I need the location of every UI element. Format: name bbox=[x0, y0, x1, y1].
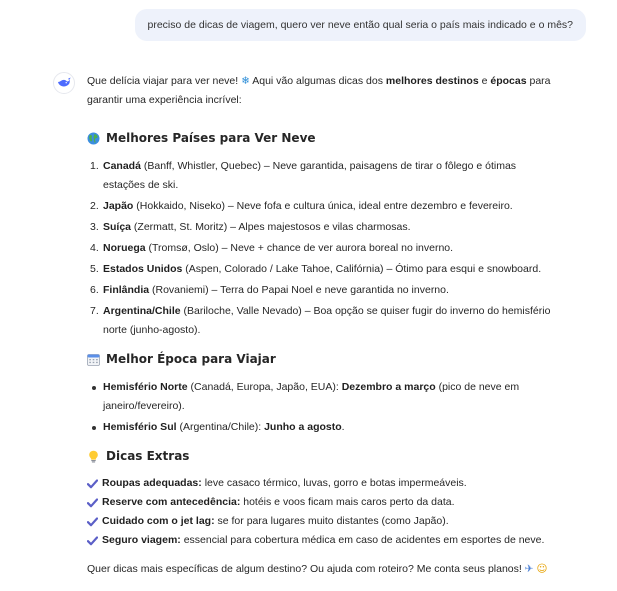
country-text: (Rovaniemi) – Terra do Papai Noel e neve… bbox=[149, 284, 449, 296]
snowflake-icon: ❄ bbox=[241, 75, 250, 87]
hemisphere-label: Hemisfério Sul bbox=[103, 421, 177, 433]
tip-text: hotéis e voos ficam mais caros perto da … bbox=[240, 496, 455, 508]
list-number: 1. bbox=[90, 160, 99, 172]
tip-text: leve casaco térmico, luvas, gorro e bota… bbox=[201, 477, 467, 489]
season-title: Melhor Época para Viajar bbox=[106, 352, 276, 366]
country-text: (Tromsø, Oslo) – Neve + chance de ver au… bbox=[145, 242, 454, 254]
country-item: 6. Finlândia (Rovaniemi) – Terra do Papai… bbox=[87, 281, 557, 300]
intro-paragraph: Que delícia viajar para ver neve! ❄ Aqui… bbox=[87, 72, 557, 110]
assistant-avatar bbox=[53, 72, 75, 94]
country-name: Suíça bbox=[103, 221, 132, 233]
tip-item: Roupas adequadas: leve casaco térmico, l… bbox=[87, 474, 557, 493]
user-message-bubble: preciso de dicas de viagem, quero ver ne… bbox=[134, 9, 586, 41]
season-rest: . bbox=[341, 421, 345, 433]
tip-label: Roupas adequadas: bbox=[102, 477, 202, 489]
country-text: (Banff, Whistler, Quebec) – Neve garanti… bbox=[103, 160, 517, 191]
country-name: Canadá bbox=[103, 160, 141, 172]
tip-item: Seguro viagem: essencial para cobertura … bbox=[87, 531, 557, 550]
closing-paragraph: Quer dicas mais específicas de algum des… bbox=[87, 560, 557, 579]
intro-and: e bbox=[478, 75, 491, 87]
country-name: Japão bbox=[103, 200, 134, 212]
tips-heading: Dicas Extras bbox=[87, 447, 557, 466]
intro-bold-destinations: melhores destinos bbox=[385, 75, 479, 87]
country-text: (Zermatt, St. Moritz) – Alpes majestosos… bbox=[131, 221, 411, 233]
hemisphere-detail: (Argentina/Chile): bbox=[176, 421, 265, 433]
country-item: 4. Noruega (Tromsø, Oslo) – Neve + chance… bbox=[87, 239, 557, 258]
globe-icon bbox=[87, 132, 100, 145]
tips-list: Roupas adequadas: leve casaco térmico, l… bbox=[87, 474, 557, 550]
check-icon bbox=[87, 479, 98, 489]
tip-label: Reserve com antecedência: bbox=[102, 496, 241, 508]
season-heading: Melhor Época para Viajar bbox=[87, 350, 557, 369]
tip-label: Cuidado com o jet lag: bbox=[102, 515, 215, 527]
intro-text-mid: Aqui vão algumas dicas dos bbox=[249, 75, 386, 87]
intro-bold-seasons: épocas bbox=[490, 75, 527, 87]
list-number: 2. bbox=[90, 200, 99, 212]
check-icon bbox=[87, 498, 98, 508]
user-message-text: preciso de dicas de viagem, quero ver ne… bbox=[147, 19, 574, 31]
check-icon bbox=[87, 536, 98, 546]
smile-icon: ☺ bbox=[536, 563, 548, 575]
hemisphere-detail: (Canadá, Europa, Japão, EUA): bbox=[187, 381, 342, 393]
country-item: 2. Japão (Hokkaido, Niseko) – Neve fofa e… bbox=[87, 197, 557, 216]
country-item: 3. Suíça (Zermatt, St. Moritz) – Alpes ma… bbox=[87, 218, 557, 237]
tip-label: Seguro viagem: bbox=[102, 534, 181, 546]
country-name: Estados Unidos bbox=[103, 263, 183, 275]
countries-heading: Melhores Países para Ver Neve bbox=[87, 129, 557, 148]
country-name: Argentina/Chile bbox=[103, 305, 181, 317]
season-list: Hemisfério Norte (Canadá, Europa, Japão,… bbox=[87, 378, 557, 437]
tip-text: se for para lugares muito distantes (com… bbox=[214, 515, 449, 527]
tip-item: Reserve com antecedência: hotéis e voos … bbox=[87, 493, 557, 512]
intro-text: Que delícia viajar para ver neve! bbox=[87, 75, 242, 87]
season-item: Hemisfério Sul (Argentina/Chile): Junho … bbox=[87, 418, 557, 437]
assistant-reply: Que delícia viajar para ver neve! ❄ Aqui… bbox=[87, 72, 557, 579]
list-number: 4. bbox=[90, 242, 99, 254]
list-number: 6. bbox=[90, 284, 99, 296]
country-item: 1. Canadá (Banff, Whistler, Quebec) – Nev… bbox=[87, 157, 557, 195]
whale-logo-icon bbox=[58, 77, 71, 87]
bullet bbox=[92, 426, 96, 430]
tip-text: essencial para cobertura médica em caso … bbox=[180, 534, 545, 546]
closing-text: Quer dicas mais específicas de algum des… bbox=[87, 563, 525, 575]
check-icon bbox=[87, 517, 98, 527]
airplane-icon: ✈ bbox=[524, 563, 534, 575]
season-months: Junho a agosto bbox=[264, 421, 342, 433]
country-item: 7. Argentina/Chile (Bariloche, Valle Neva… bbox=[87, 302, 557, 340]
season-months: Dezembro a março bbox=[341, 381, 436, 393]
countries-list: 1. Canadá (Banff, Whistler, Quebec) – Nev… bbox=[87, 157, 557, 340]
tip-item: Cuidado com o jet lag: se for para lugar… bbox=[87, 512, 557, 531]
list-number: 5. bbox=[90, 263, 99, 275]
lightbulb-icon bbox=[87, 450, 100, 463]
hemisphere-label: Hemisfério Norte bbox=[103, 381, 188, 393]
country-text: (Aspen, Colorado / Lake Tahoe, Califórni… bbox=[182, 263, 542, 275]
country-item: 5. Estados Unidos (Aspen, Colorado / Lake… bbox=[87, 260, 557, 279]
bullet bbox=[92, 386, 96, 390]
tips-title: Dicas Extras bbox=[106, 449, 190, 463]
country-name: Finlândia bbox=[103, 284, 150, 296]
country-name: Noruega bbox=[103, 242, 146, 254]
list-number: 3. bbox=[90, 221, 99, 233]
list-number: 7. bbox=[90, 305, 99, 317]
country-text: (Hokkaido, Niseko) – Neve fofa e cultura… bbox=[133, 200, 513, 212]
countries-title: Melhores Países para Ver Neve bbox=[106, 131, 316, 145]
season-item: Hemisfério Norte (Canadá, Europa, Japão,… bbox=[87, 378, 557, 416]
calendar-icon bbox=[87, 353, 100, 366]
